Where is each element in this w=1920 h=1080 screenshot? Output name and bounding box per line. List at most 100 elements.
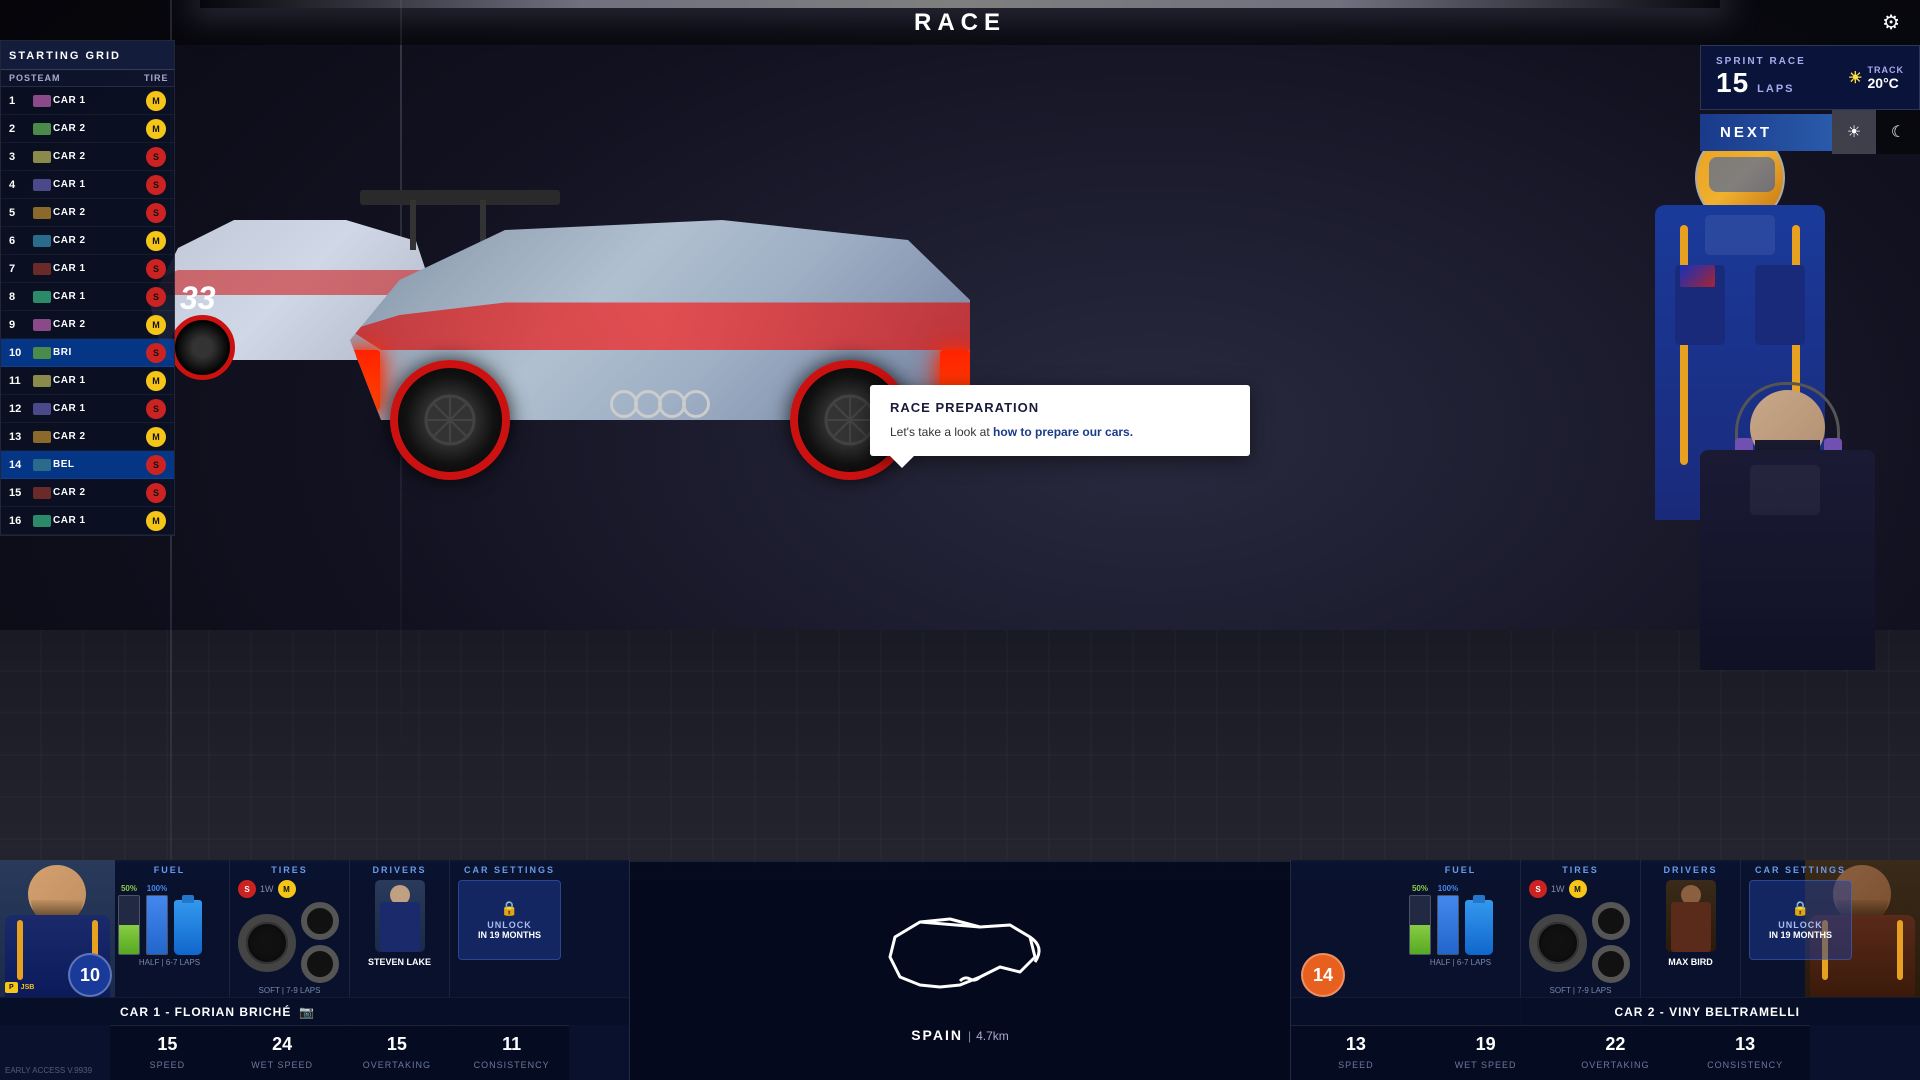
car2-consistency-value: 13 [1685, 1034, 1805, 1055]
temp-value: 20°C [1868, 75, 1905, 91]
laps-info: 15 LAPS [1716, 67, 1806, 99]
car2-tire-inner [1537, 922, 1579, 964]
car1-stat-wet-speed: 24 WET SPEED [225, 1029, 340, 1078]
car1-fuel-fill-100 [147, 896, 167, 954]
car2-stats-row: 13 SPEED 19 WET SPEED 22 OVERTAKING 13 C… [1291, 1025, 1810, 1080]
circuit-divider: | [968, 1029, 971, 1043]
car2-overtaking-label: OVERTAKING [1581, 1060, 1649, 1070]
car-stripe [350, 300, 970, 350]
car2-tire-laps: SOFT | 7-9 LAPS [1529, 986, 1632, 995]
team-shape-8 [33, 291, 51, 303]
car2-fuel-laps: HALF | 6-7 LAPS [1409, 958, 1512, 967]
car2-stat-wet-speed: 19 WET SPEED [1421, 1029, 1551, 1078]
grid-tire-12: S [146, 399, 166, 419]
grid-pos-14: 14 [9, 459, 31, 471]
car2-driver-mini-body [1671, 902, 1711, 952]
analyst-chest-patch [1750, 465, 1820, 515]
grid-car-4: CAR 1 [53, 179, 146, 190]
grid-car-13: CAR 2 [53, 431, 146, 442]
car1-driver-name-bar: CAR 1 - FLORIAN BRICHÉ 📷 [0, 997, 629, 1025]
helmet-visor [1709, 157, 1775, 192]
grid-row-7: 7CAR 1S [1, 255, 174, 283]
track-label: TRACK [1868, 65, 1905, 75]
grid-car-8: CAR 1 [53, 291, 146, 302]
starting-grid-panel: STARTING GRID POS TEAM TIRE 1CAR 1M2CAR … [0, 40, 175, 536]
car1-driver-name: STEVEN LAKE [368, 957, 431, 967]
circuit-length: 4.7km [976, 1029, 1009, 1043]
next-button-area[interactable]: NEXT ☀ ☾ [1700, 110, 1920, 154]
moon-icon-btn[interactable]: ☾ [1876, 110, 1920, 154]
grid-car-10: BRI [53, 347, 146, 358]
car2-stat-consistency: 13 CONSISTENCY [1680, 1029, 1810, 1078]
car1-unlock-time: IN 19 MONTHS [478, 930, 541, 940]
car1-driver-mini-icon [375, 880, 425, 952]
grid-pos-6: 6 [9, 235, 31, 247]
car1-fuel-canister [174, 900, 202, 955]
car2-fuel-fill-100 [1438, 896, 1458, 954]
car-light-left [350, 350, 380, 410]
grid-row-8: 8CAR 1S [1, 283, 174, 311]
car1-stat-consistency: 11 CONSISTENCY [454, 1029, 569, 1078]
car2-unlock-label: UNLOCK [1778, 920, 1823, 930]
grid-pos-13: 13 [9, 431, 31, 443]
car2-stat-speed: 13 SPEED [1291, 1029, 1421, 1078]
audi-ring-4 [682, 390, 710, 418]
car1-suit-stripe [17, 920, 23, 980]
car2-suit-stripe-r [1897, 920, 1903, 980]
car2-driver-name: MAX BIRD [1668, 957, 1713, 967]
grid-team-icon-15 [31, 485, 53, 501]
car1-overtaking-value: 15 [345, 1034, 450, 1055]
grid-row-12: 12CAR 1S [1, 395, 174, 423]
car1-tire-small2 [301, 945, 339, 983]
grid-team-icon-8 [31, 289, 53, 305]
car2-tires-label: TIRES [1529, 865, 1632, 875]
canister-cap [182, 895, 194, 903]
grid-tire-5: S [146, 203, 166, 223]
prep-text-before: Let's take a look at [890, 425, 993, 439]
car1-tire-laps: SOFT | 7-9 LAPS [238, 986, 341, 995]
grid-pos-10: 10 [9, 347, 31, 359]
car1-fuel-bar-50 [118, 895, 140, 955]
race-info-top-row: SPRINT RACE 15 LAPS ☀ TRACK 20°C [1716, 56, 1904, 99]
team-shape-1 [33, 95, 51, 107]
grid-pos-2: 2 [9, 123, 31, 135]
suit-stripe-left [1680, 225, 1688, 465]
grid-team-icon-11 [31, 373, 53, 389]
bg-car-wheel-rear [170, 315, 235, 380]
next-button[interactable]: NEXT [1700, 114, 1832, 151]
team-shape-5 [33, 207, 51, 219]
grid-team-icon-1 [31, 93, 53, 109]
car2-speed-value: 13 [1296, 1034, 1416, 1055]
car2-settings-locked: 🔒 UNLOCK IN 19 MONTHS [1749, 880, 1852, 960]
sprint-race-info: SPRINT RACE 15 LAPS [1716, 56, 1806, 99]
grid-team-icon-2 [31, 121, 53, 137]
car2-car-settings-title: CAR SETTINGS [1749, 865, 1852, 875]
settings-icon[interactable]: ⚙ [1882, 10, 1900, 35]
brightness-icon-btn[interactable]: ☀ [1832, 110, 1876, 154]
grid-pos-4: 4 [9, 179, 31, 191]
grid-team-icon-7 [31, 261, 53, 277]
main-car [300, 80, 1000, 560]
title-bar: RACE ⚙ [0, 0, 1920, 45]
grid-pos-11: 11 [9, 375, 31, 387]
grid-tire-14: S [146, 455, 166, 475]
headset-band [1735, 382, 1840, 447]
car1-driver-full-name: CAR 1 - FLORIAN BRICHÉ [120, 1005, 291, 1019]
car2-driver-full-name: CAR 2 - VINY BELTRAMELLI [1614, 1005, 1800, 1019]
car2-driver-mini-icon [1666, 880, 1716, 952]
race-prep-tooltip: RACE PREPARATION Let's take a look at ho… [870, 385, 1250, 456]
car2-canister-cap [1473, 895, 1485, 903]
grid-tire-13: M [146, 427, 166, 447]
car2-wet-speed-value: 19 [1426, 1034, 1546, 1055]
grid-pos-16: 16 [9, 515, 31, 527]
grid-pos-5: 5 [9, 207, 31, 219]
col-tire: TIRE [144, 73, 166, 83]
car2-section: 14 FUEL 50% 100% [1290, 860, 1920, 1080]
car2-consistency-label: CONSISTENCY [1707, 1060, 1783, 1070]
track-temp: ☀ TRACK 20°C [1848, 65, 1904, 91]
car2-wet-speed-label: WET SPEED [1455, 1060, 1517, 1070]
car1-fuel-label: FUEL [118, 865, 221, 875]
grid-row-1: 1CAR 1M [1, 87, 174, 115]
grid-row-10: 10BRIS [1, 339, 174, 367]
laps-label: LAPS [1757, 83, 1794, 95]
